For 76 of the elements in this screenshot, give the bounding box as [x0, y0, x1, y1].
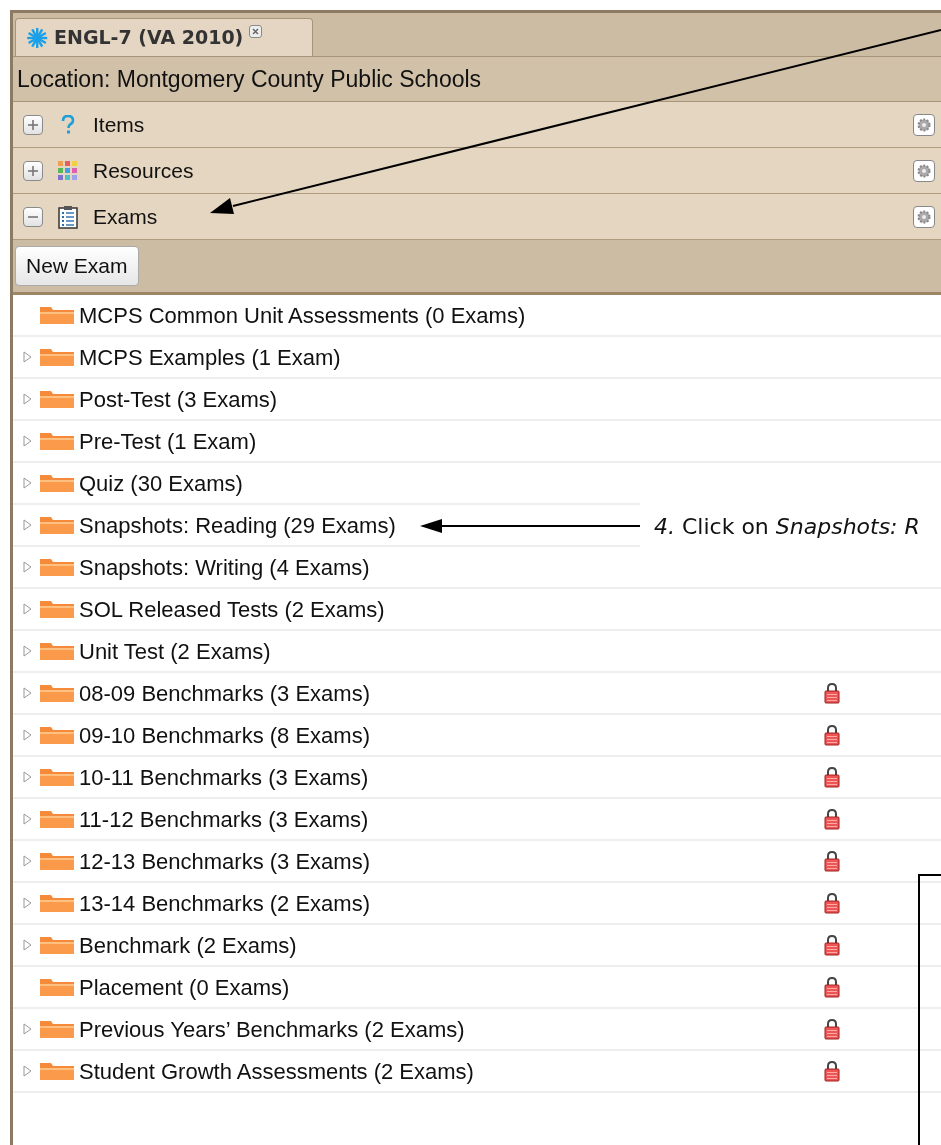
folder-name[interactable]: Pre-Test (1 Exam)	[79, 424, 257, 458]
folder-icon	[39, 599, 75, 619]
close-icon	[252, 28, 260, 35]
asterisk-icon	[26, 26, 48, 49]
folder-icon	[39, 893, 75, 913]
lock-icon	[824, 808, 840, 830]
folder-icon	[39, 1019, 75, 1039]
lock-icon	[824, 724, 840, 746]
new-exam-button[interactable]: New Exam	[15, 246, 139, 286]
expand-button[interactable]	[23, 160, 43, 181]
document-tab[interactable]: ENGL-7 (VA 2010)	[15, 18, 313, 56]
section-label: Items	[93, 111, 145, 138]
folder-icon	[39, 515, 75, 535]
collapse-button[interactable]	[23, 206, 43, 227]
folder-icon	[39, 977, 75, 997]
settings-button[interactable]	[913, 113, 935, 136]
lock-icon	[824, 766, 840, 788]
section-header[interactable]: Exams	[13, 194, 941, 240]
gear-icon	[917, 163, 931, 178]
lock-icon	[824, 892, 840, 914]
folder-name[interactable]: 11-12 Benchmarks (3 Exams)	[79, 802, 369, 836]
settings-button[interactable]	[913, 159, 935, 182]
folder-name[interactable]: SOL Released Tests (2 Exams)	[79, 592, 385, 626]
section-header[interactable]: Resources	[13, 148, 941, 194]
folder-icon	[39, 389, 75, 409]
folder-icon	[39, 1061, 75, 1081]
lock-icon	[824, 934, 840, 956]
lock-icon	[824, 976, 840, 998]
section-label: Exams	[93, 203, 158, 230]
folder-name[interactable]: Unit Test (2 Exams)	[79, 634, 271, 668]
folder-icon	[39, 767, 75, 787]
plus-icon	[27, 118, 39, 131]
close-button[interactable]	[249, 25, 263, 38]
folder-name[interactable]: Snapshots: Reading (29 Exams)	[79, 508, 396, 542]
folder-name[interactable]: Student Growth Assessments (2 Exams)	[79, 1054, 474, 1088]
folder-name[interactable]: 12-13 Benchmarks (3 Exams)	[79, 844, 370, 878]
clipboard-list-icon	[58, 204, 78, 229]
folder-icon	[39, 809, 75, 829]
folder-icon	[39, 431, 75, 451]
folder-name[interactable]: Post-Test (3 Exams)	[79, 382, 278, 416]
folder-name[interactable]: Previous Years’ Benchmarks (2 Exams)	[79, 1012, 465, 1046]
settings-button[interactable]	[913, 205, 935, 228]
folder-name[interactable]: 10-11 Benchmarks (3 Exams)	[79, 760, 369, 794]
location-label: Location: Montgomery County Public Schools	[17, 64, 482, 94]
folder-icon	[39, 725, 75, 745]
instruction-text: 4. Click on Snapshots: R	[654, 513, 920, 541]
folder-name[interactable]: 13-14 Benchmarks (2 Exams)	[79, 886, 370, 920]
color-grid-icon	[58, 160, 78, 181]
section-label: Resources	[93, 157, 194, 184]
folder-icon	[39, 347, 75, 367]
folder-name[interactable]: Benchmark (2 Exams)	[79, 928, 297, 962]
tab-title: ENGL-7 (VA 2010)	[54, 25, 244, 51]
lock-icon	[824, 1060, 840, 1082]
folder-name[interactable]: 08-09 Benchmarks (3 Exams)	[79, 676, 370, 710]
folder-icon	[39, 683, 75, 703]
folder-icon	[39, 305, 75, 325]
gear-icon	[917, 209, 931, 224]
lock-icon	[824, 682, 840, 704]
lock-icon	[824, 850, 840, 872]
section-header[interactable]: Items	[13, 102, 941, 148]
folder-name[interactable]: Snapshots: Writing (4 Exams)	[79, 550, 370, 584]
folder-name[interactable]: MCPS Examples (1 Exam)	[79, 340, 341, 374]
plus-icon	[27, 164, 39, 177]
lock-icon	[824, 1018, 840, 1040]
expand-button[interactable]	[23, 114, 43, 135]
folder-name[interactable]: Quiz (30 Exams)	[79, 466, 243, 500]
question-icon	[61, 114, 75, 135]
folder-icon	[39, 935, 75, 955]
folder-name[interactable]: 09-10 Benchmarks (8 Exams)	[79, 718, 370, 752]
folder-icon	[39, 557, 75, 577]
folder-name[interactable]: Placement (0 Exams)	[79, 970, 290, 1004]
folder-icon	[39, 641, 75, 661]
folder-icon	[39, 473, 75, 493]
folder-icon	[39, 851, 75, 871]
gear-icon	[917, 117, 931, 132]
folder-name[interactable]: MCPS Common Unit Assessments (0 Exams)	[79, 298, 526, 332]
